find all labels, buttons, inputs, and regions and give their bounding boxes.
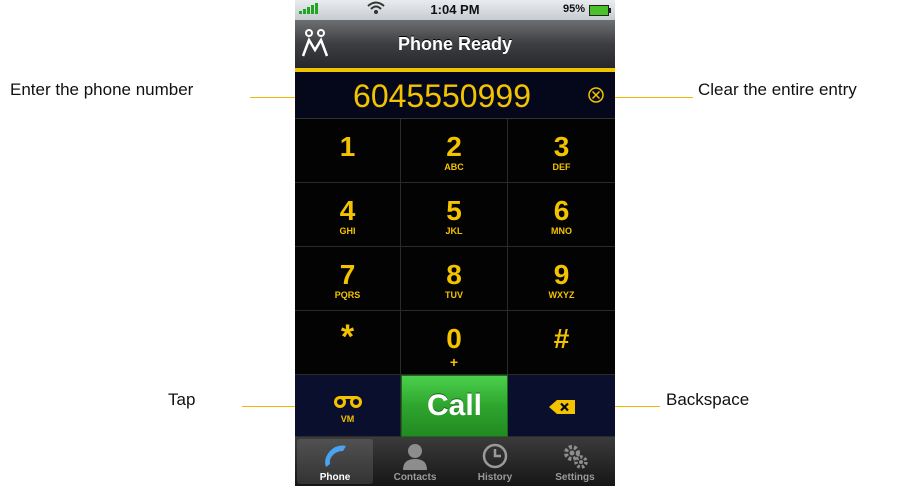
key-letters: + [449, 354, 459, 370]
key-letters: GHI [339, 226, 356, 236]
key-digit: * [340, 318, 355, 356]
key-6[interactable]: 6 MNO [508, 183, 615, 247]
tab-history[interactable]: History [455, 439, 535, 484]
status-bar: 1:04 PM 95% [295, 0, 615, 20]
page-title: Phone Ready [397, 34, 513, 54]
key-digit: 0 [446, 323, 462, 354]
tab-label: Settings [555, 472, 595, 483]
nav-bar: Phone Ready [295, 20, 615, 72]
tab-settings[interactable]: Settings [535, 439, 615, 484]
key-4[interactable]: 4 GHI [295, 183, 401, 247]
key-letters: TUV [445, 290, 463, 300]
battery-icon [589, 5, 611, 16]
clear-circle-icon[interactable] [587, 86, 605, 104]
tab-contacts[interactable]: Contacts [375, 439, 455, 484]
backspace-button[interactable] [508, 375, 615, 437]
key-5[interactable]: 5 JKL [401, 183, 508, 247]
tab-label: History [477, 472, 513, 483]
leader-line [605, 97, 693, 98]
phone-app: 1:04 PM 95% Phone Ready 1 2 [295, 0, 615, 486]
tab-label: Phone [319, 472, 351, 483]
key-star[interactable]: * [295, 311, 401, 375]
key-digit: 5 [446, 195, 462, 226]
key-letters: PQRS [334, 290, 361, 300]
key-digit: 1 [339, 131, 356, 162]
callout-backspace: Backspace [666, 390, 750, 409]
key-3[interactable]: 3 DEF [508, 119, 615, 183]
battery-percent: 95% [562, 3, 585, 15]
key-hash[interactable]: # [508, 311, 615, 375]
callout-enter-number: Enter the phone number [10, 80, 194, 99]
key-9[interactable]: 9 WXYZ [508, 247, 615, 311]
key-0[interactable]: 0 + [401, 311, 508, 375]
number-entry [295, 72, 615, 119]
voicemail-icon [295, 375, 400, 413]
key-letters: DEF [552, 162, 571, 172]
key-digit: 3 [553, 131, 570, 162]
callout-tap: Tap [168, 390, 196, 409]
key-digit: 9 [553, 259, 570, 290]
callout-clear-entry: Clear the entire entry [698, 80, 857, 99]
key-8[interactable]: 8 TUV [401, 247, 508, 311]
key-letters: WXYZ [548, 290, 575, 300]
contacts-icon [400, 441, 430, 471]
tab-bar: Phone Contacts History Settings [295, 437, 615, 486]
call-button[interactable]: Call [401, 375, 508, 437]
key-letters: JKL [445, 226, 463, 236]
key-digit: 8 [446, 259, 462, 290]
key-digit: 4 [339, 195, 356, 226]
key-digit: # [553, 323, 570, 354]
voicemail-label: VM [340, 414, 355, 424]
phone-icon [320, 441, 350, 471]
clock-icon [480, 441, 510, 471]
key-7[interactable]: 7 PQRS [295, 247, 401, 311]
key-digit: 2 [446, 131, 462, 162]
tab-label: Contacts [393, 472, 437, 483]
key-digit: 6 [553, 195, 570, 226]
tab-phone[interactable]: Phone [297, 439, 373, 484]
key-letters: ABC [444, 162, 464, 172]
key-2[interactable]: 2 ABC [401, 119, 508, 183]
gear-icon [560, 441, 590, 471]
phone-number-input[interactable] [305, 74, 579, 118]
key-letters: MNO [551, 226, 572, 236]
backspace-icon [508, 375, 615, 420]
key-1[interactable]: 1 [295, 119, 401, 183]
voicemail-button[interactable]: VM [295, 375, 401, 437]
key-digit: 7 [339, 259, 356, 290]
